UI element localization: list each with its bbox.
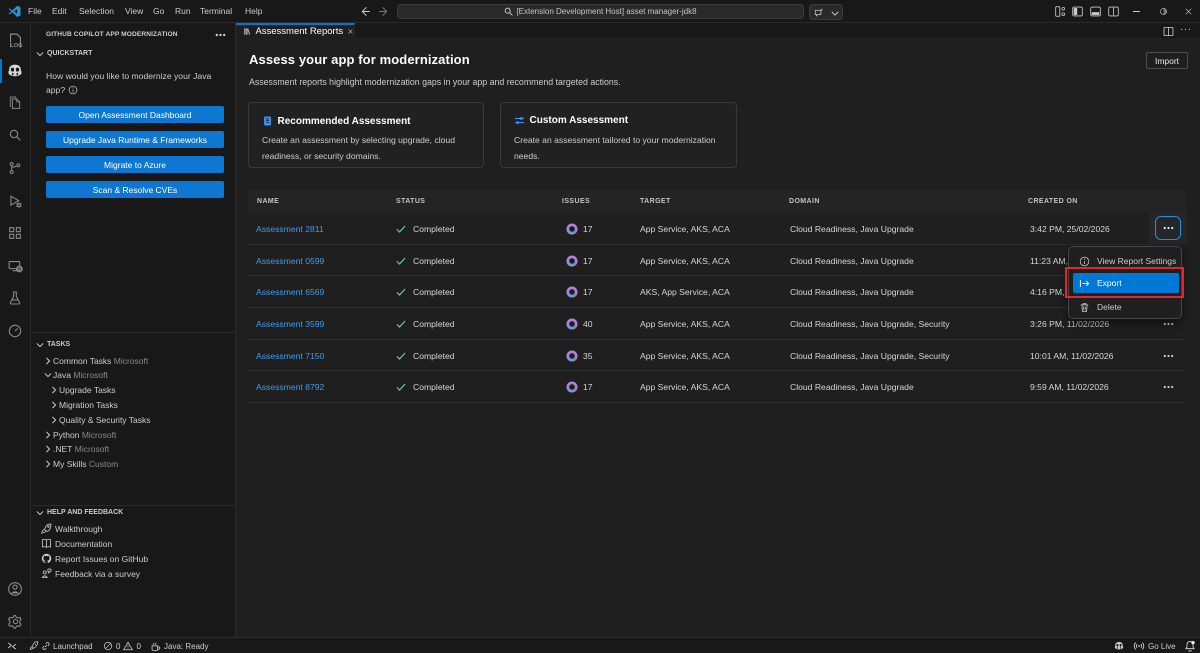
svg-text:LOG: LOG xyxy=(10,43,23,49)
